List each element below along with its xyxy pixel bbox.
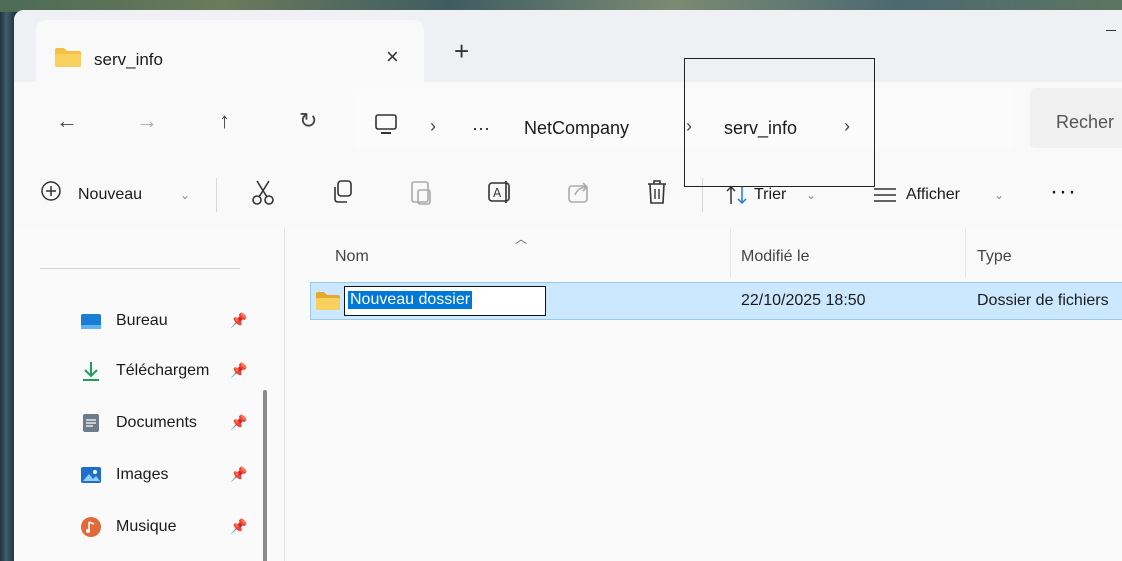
sidebar-item-label: Musique <box>116 518 177 535</box>
close-tab-icon[interactable]: × <box>386 44 399 70</box>
breadcrumb-overflow[interactable]: ··· <box>472 118 490 139</box>
folder-icon <box>54 46 82 73</box>
folder-icon <box>315 291 341 316</box>
sidebar-item-musique[interactable]: Musique 📌 <box>80 508 270 548</box>
back-button[interactable]: ← <box>56 108 78 134</box>
file-explorer-window: serv_info × + ← → ↑ ↻ › ··· NetCompany ›… <box>14 10 1122 561</box>
toolbar-divider <box>702 178 703 212</box>
row-type: Dossier de fichiers <box>977 292 1109 309</box>
column-header-name[interactable]: Nom <box>335 248 369 266</box>
navigation-pane: Bureau 📌 Téléchargem 📌 Documents 📌 Image… <box>14 228 284 561</box>
more-options-button[interactable]: ··· <box>1050 178 1077 206</box>
column-divider[interactable] <box>730 228 731 278</box>
pin-icon[interactable]: 📌 <box>230 362 247 379</box>
new-button[interactable]: Nouveau <box>78 186 142 204</box>
delete-icon[interactable] <box>644 178 670 206</box>
file-list: ︿ Nom Modifié le Type Nouveau dossier 22… <box>285 228 1122 561</box>
view-icon[interactable] <box>872 186 898 204</box>
content-area: Bureau 📌 Téléchargem 📌 Documents 📌 Image… <box>14 228 1122 561</box>
sidebar-item-label: Téléchargem <box>116 362 210 379</box>
breadcrumb-separator[interactable]: › <box>430 116 436 137</box>
toolbar-divider <box>216 178 217 212</box>
pin-icon[interactable]: 📌 <box>230 414 247 431</box>
search-placeholder: Recher <box>1056 112 1115 132</box>
rename-field[interactable]: Nouveau dossier <box>344 286 546 316</box>
breadcrumb-separator[interactable]: › <box>844 116 850 137</box>
address-row: ← → ↑ ↻ › ··· NetCompany › serv_info › R… <box>14 82 1122 166</box>
copy-icon[interactable] <box>330 178 356 206</box>
paste-icon[interactable] <box>408 178 434 206</box>
breadcrumb-separator[interactable]: › <box>686 116 692 137</box>
nav-scrollbar[interactable] <box>263 390 267 561</box>
column-header-type[interactable]: Type <box>977 248 1012 266</box>
sidebar-item-label: Documents <box>116 414 197 431</box>
new-icon[interactable] <box>40 180 62 202</box>
sidebar-item-documents[interactable]: Documents 📌 <box>80 404 270 444</box>
rename-selected-text: Nouveau dossier <box>348 291 473 309</box>
pin-icon[interactable]: 📌 <box>230 466 247 483</box>
chevron-down-icon[interactable]: ⌄ <box>180 188 190 202</box>
breadcrumb-netcompany[interactable]: NetCompany <box>524 118 629 139</box>
nav-divider <box>40 268 240 269</box>
row-modified: 22/10/2025 18:50 <box>741 292 866 309</box>
images-icon <box>80 464 102 486</box>
minimize-icon[interactable] <box>1106 30 1116 31</box>
music-icon <box>80 516 102 538</box>
chevron-down-icon[interactable]: ⌄ <box>806 188 816 202</box>
cut-icon[interactable] <box>250 178 276 206</box>
forward-button[interactable]: → <box>136 108 158 134</box>
sort-up-icon: ︿ <box>515 232 528 246</box>
rename-icon[interactable]: A <box>486 178 514 206</box>
sidebar-item-label: Images <box>116 466 169 483</box>
sort-button[interactable]: Trier <box>754 186 786 204</box>
new-tab-button[interactable]: + <box>454 38 469 64</box>
document-icon <box>80 412 102 434</box>
desktop-icon <box>80 310 102 332</box>
address-bar[interactable]: › ··· NetCompany › serv_info › <box>354 88 1014 148</box>
svg-text:A: A <box>493 186 502 200</box>
table-row[interactable]: Nouveau dossier 22/10/2025 18:50 Dossier… <box>310 282 1122 320</box>
refresh-button[interactable]: ↻ <box>299 108 317 134</box>
column-header-modified[interactable]: Modifié le <box>741 248 809 266</box>
pin-icon[interactable]: 📌 <box>230 518 247 535</box>
tab-title: serv_info <box>94 50 163 69</box>
sort-icon[interactable] <box>724 184 750 206</box>
breadcrumb-serv-info[interactable]: serv_info <box>724 118 797 139</box>
this-pc-icon[interactable] <box>374 114 398 141</box>
sidebar-item-bureau[interactable]: Bureau 📌 <box>80 302 270 342</box>
pin-icon[interactable]: 📌 <box>230 312 247 329</box>
search-input[interactable]: Recher <box>1030 88 1122 148</box>
share-icon[interactable] <box>566 178 592 206</box>
sidebar-item-telechargements[interactable]: Téléchargem 📌 <box>80 352 270 392</box>
tab-serv-info[interactable]: serv_info × <box>36 20 424 82</box>
download-icon <box>80 360 102 382</box>
sidebar-item-label: Bureau <box>116 312 168 329</box>
up-button[interactable]: ↑ <box>219 108 230 134</box>
command-bar: Nouveau ⌄ A Trier ⌄ Afficher ⌄ ··· <box>14 166 1122 229</box>
chevron-down-icon[interactable]: ⌄ <box>994 188 1004 202</box>
tab-strip: serv_info × + <box>14 10 1122 82</box>
sidebar-item-images[interactable]: Images 📌 <box>80 456 270 496</box>
view-button[interactable]: Afficher <box>906 186 960 204</box>
column-divider[interactable] <box>965 228 966 278</box>
